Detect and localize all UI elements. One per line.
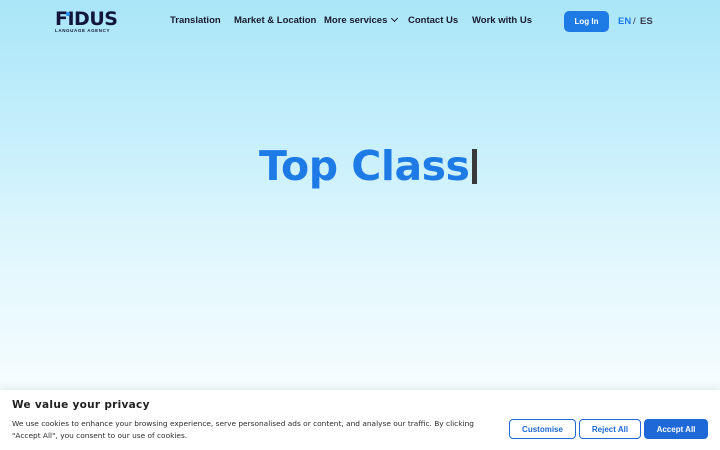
hero-typed-heading: Top Class [259, 140, 478, 192]
logo-dot-accent [66, 12, 70, 16]
site-header: FIDUS LANGUAGE AGENCY Translation Market… [0, 0, 720, 44]
login-button[interactable]: Log In [564, 11, 609, 32]
logo-tagline: LANGUAGE AGENCY [55, 28, 111, 33]
fidus-logo[interactable]: FIDUS LANGUAGE AGENCY [55, 10, 118, 34]
nav-translation[interactable]: Translation [170, 15, 221, 29]
accept-all-button[interactable]: Accept All [644, 419, 708, 439]
hero-typed-text: Top Class [259, 142, 470, 190]
typing-caret [472, 149, 478, 184]
customise-button[interactable]: Customise [509, 419, 576, 439]
nav-contact-us[interactable]: Contact Us [408, 15, 458, 29]
chevron-down-icon [391, 14, 399, 23]
cookie-description: We use cookies to enhance your browsing … [12, 419, 474, 440]
language-separator: / [633, 16, 636, 27]
language-es[interactable]: ES [640, 16, 653, 27]
reject-all-button[interactable]: Reject All [579, 419, 641, 439]
nav-work-with-us[interactable]: Work with Us [472, 15, 532, 29]
nav-more-services[interactable]: More services [324, 14, 399, 29]
nav-more-services-label: More services [324, 15, 388, 26]
logo-wordmark: FIDUS [55, 8, 118, 30]
cookie-title: We value your privacy [12, 399, 150, 411]
nav-market-location[interactable]: Market & Location [234, 15, 316, 29]
language-en[interactable]: EN [618, 16, 631, 27]
cookie-consent-banner: We value your privacy We use cookies to … [0, 390, 720, 450]
